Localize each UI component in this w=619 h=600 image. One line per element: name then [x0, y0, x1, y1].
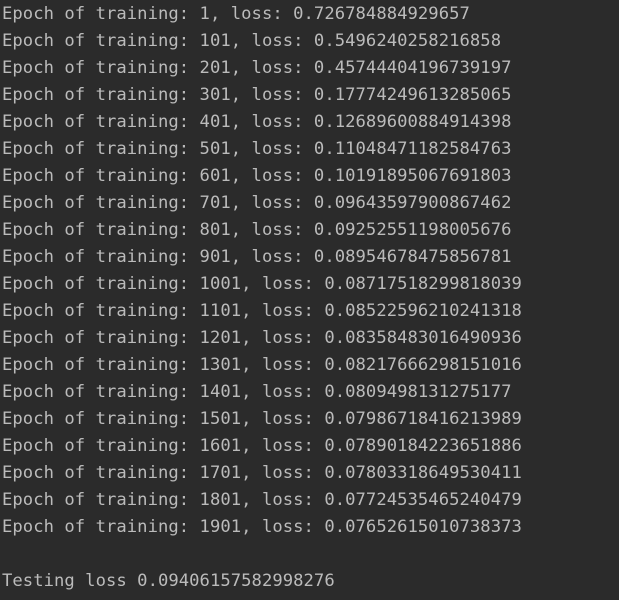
console-line: Epoch of training: 1, loss: 0.7267848849… [2, 4, 470, 24]
console-line: Epoch of training: 1901, loss: 0.0765261… [2, 517, 522, 537]
console-line: Epoch of training: 301, loss: 0.17774249… [2, 85, 512, 105]
console-line: Epoch of training: 1201, loss: 0.0835848… [2, 328, 522, 348]
testing-loss-line: Testing loss 0.09406157582998276 [2, 571, 335, 591]
console-line: Epoch of training: 1801, loss: 0.0772453… [2, 490, 522, 510]
console-line: Epoch of training: 801, loss: 0.09252551… [2, 220, 512, 240]
console-line: Epoch of training: 401, loss: 0.12689600… [2, 112, 512, 132]
console-line: Epoch of training: 701, loss: 0.09643597… [2, 193, 512, 213]
console-line: Epoch of training: 901, loss: 0.08954678… [2, 247, 512, 267]
console-line: Epoch of training: 1501, loss: 0.0798671… [2, 409, 522, 429]
console-line: Epoch of training: 1601, loss: 0.0789018… [2, 436, 522, 456]
console-line: Epoch of training: 501, loss: 0.11048471… [2, 139, 512, 159]
console-line: Epoch of training: 601, loss: 0.10191895… [2, 166, 512, 186]
console-line: Epoch of training: 201, loss: 0.45744404… [2, 58, 512, 78]
console-line: Epoch of training: 1701, loss: 0.0780331… [2, 463, 522, 483]
console-line: Epoch of training: 1401, loss: 0.0809498… [2, 382, 512, 402]
console-line: Epoch of training: 1101, loss: 0.0852259… [2, 301, 522, 321]
console-line: Epoch of training: 1001, loss: 0.0871751… [2, 274, 522, 294]
console-line: Epoch of training: 1301, loss: 0.0821766… [2, 355, 522, 375]
console-output[interactable]: Epoch of training: 1, loss: 0.7267848849… [0, 0, 619, 600]
console-line: Epoch of training: 101, loss: 0.54962402… [2, 31, 502, 51]
